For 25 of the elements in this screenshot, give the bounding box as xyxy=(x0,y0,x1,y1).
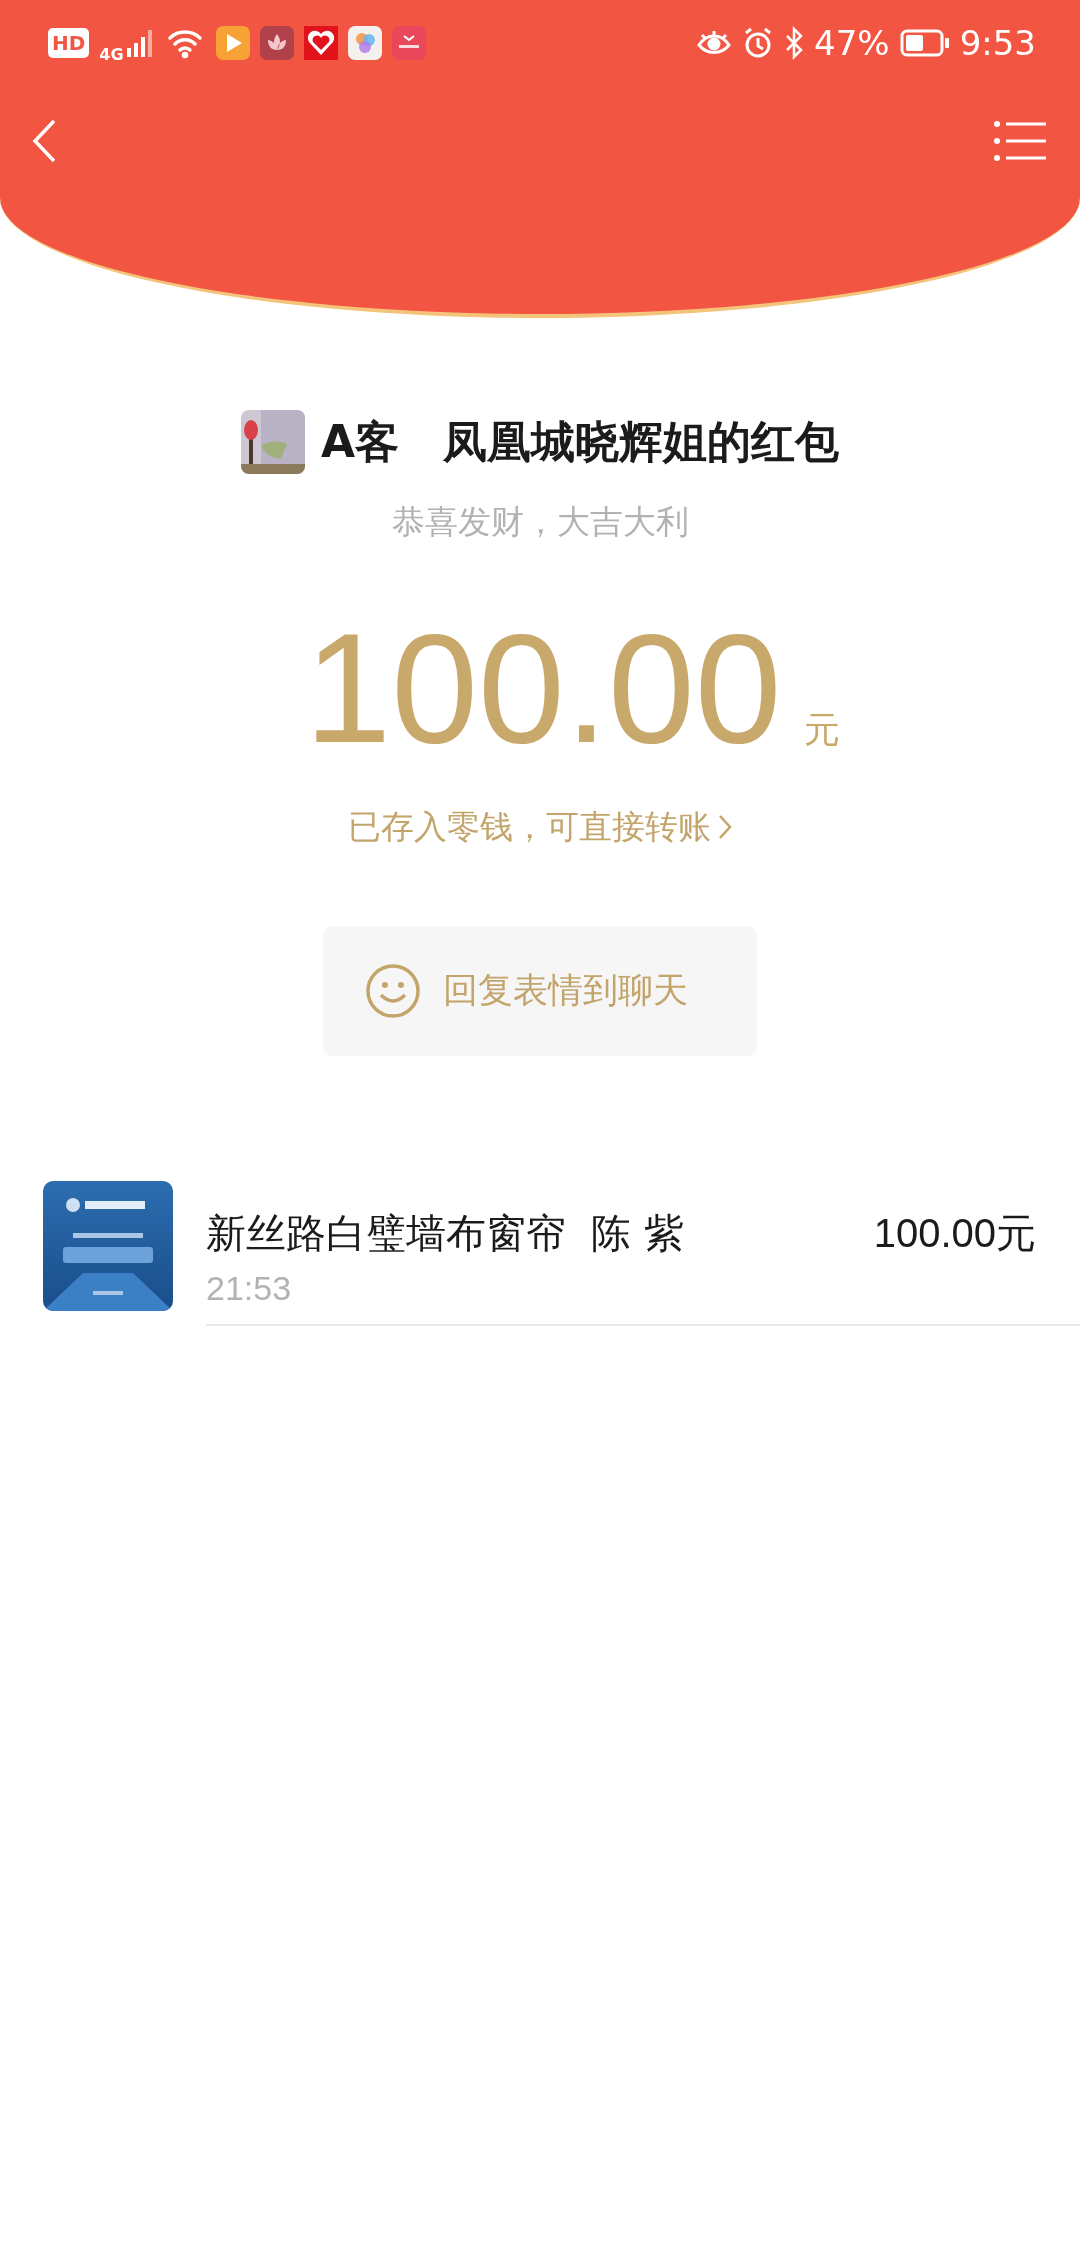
battery-level: 47% xyxy=(814,23,890,63)
heart-app-icon xyxy=(303,26,338,60)
gallery-app-icon xyxy=(347,26,382,60)
video-app-icon xyxy=(215,26,250,60)
record-row[interactable]: 新丝路白璧墙布窗帘 陈 紫 100.00元 21:53 xyxy=(0,1165,1080,1326)
packet-title: A客 凤凰城晓辉姐的红包 xyxy=(320,414,840,469)
amount-value: 100.00 xyxy=(304,603,782,775)
eye-icon xyxy=(696,29,733,57)
bluetooth-icon xyxy=(784,26,805,60)
lotus-app-icon xyxy=(259,26,294,60)
change-link[interactable]: 已存入零钱，可直接转账 xyxy=(347,804,733,850)
menu-icon xyxy=(994,121,1046,161)
currency-unit: 元 xyxy=(803,708,840,752)
smiley-icon xyxy=(365,962,421,1019)
received-time: 21:53 xyxy=(206,1268,293,1308)
clock-time: 9:53 xyxy=(959,23,1036,63)
store-app-icon xyxy=(391,26,426,60)
back-icon xyxy=(32,118,58,164)
battery-icon xyxy=(899,29,950,57)
hd-label: HD xyxy=(48,28,90,58)
reply-sticker-button[interactable]: 回复表情到聊天 xyxy=(323,925,757,1056)
network-label: 4G xyxy=(99,44,124,64)
greeting-text: 恭喜发财，大吉大利 xyxy=(391,501,689,543)
received-amount: 100.00元 xyxy=(873,1209,1036,1257)
sender-name: 新丝路白璧墙布窗帘 陈 紫 xyxy=(206,1208,685,1258)
